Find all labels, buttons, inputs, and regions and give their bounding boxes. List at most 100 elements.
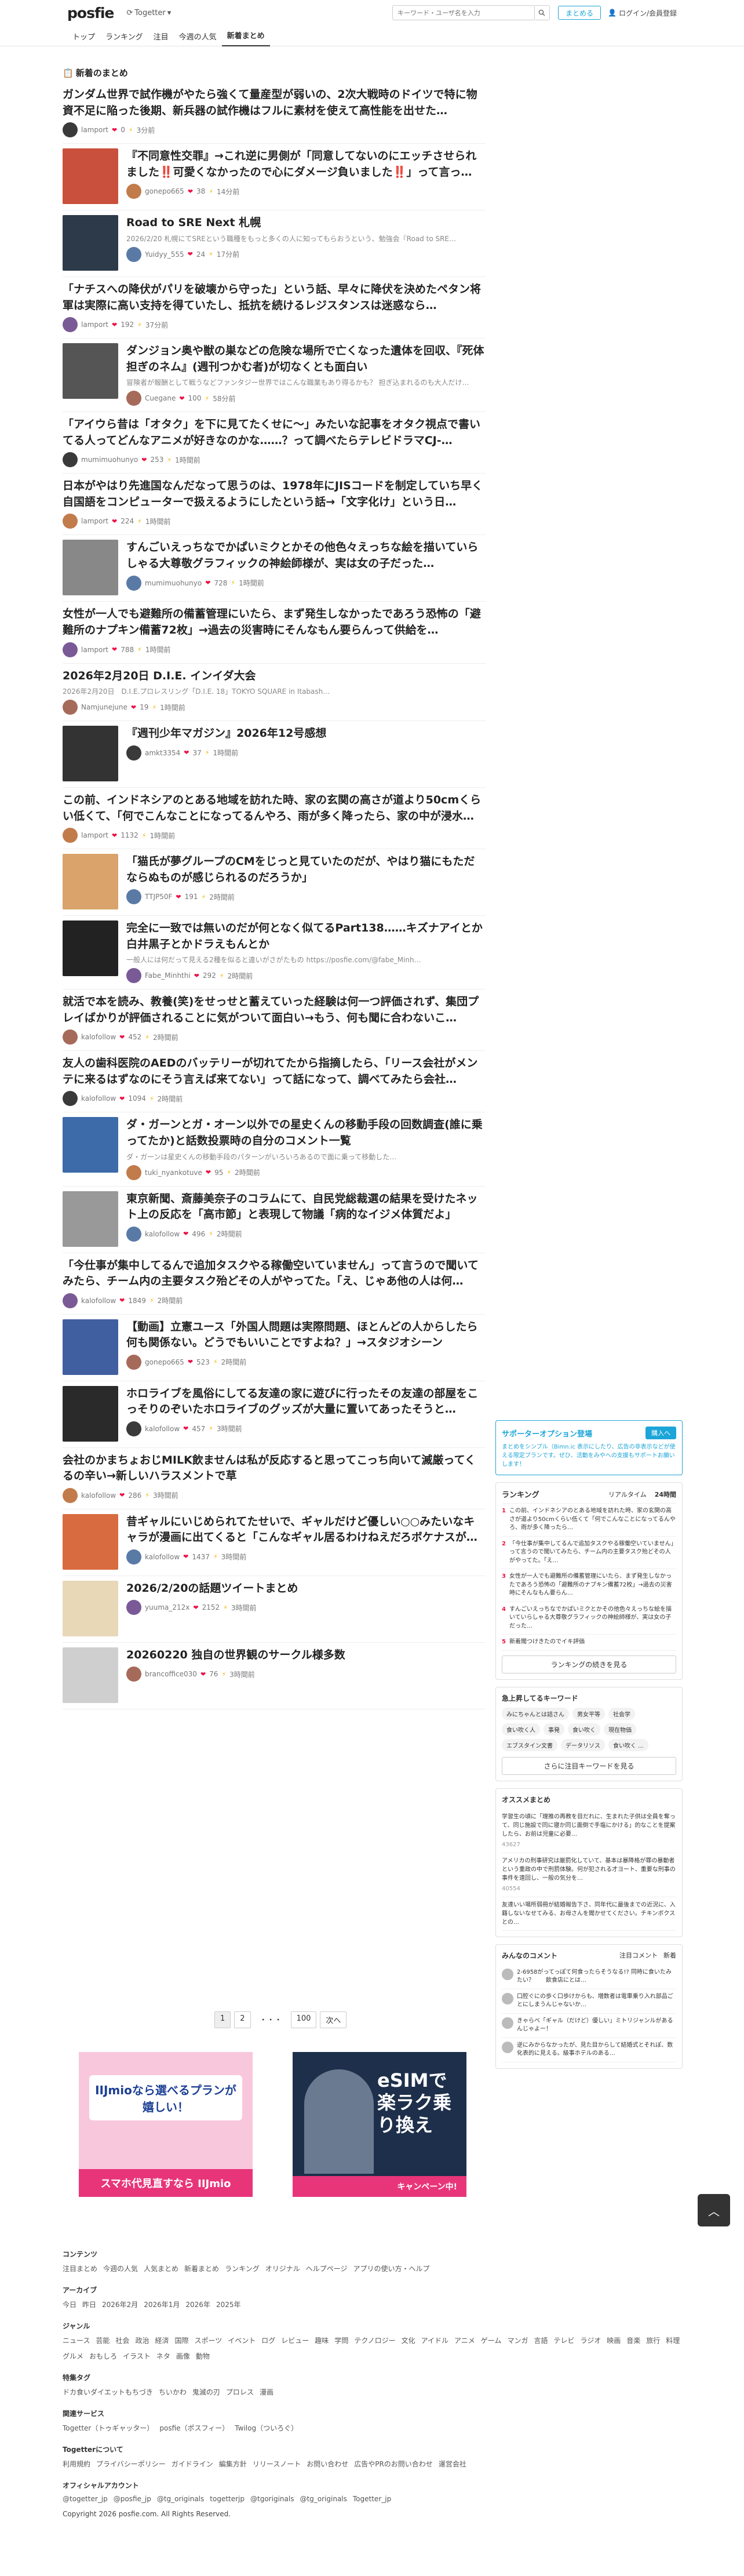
- avatar[interactable]: [126, 246, 141, 262]
- item-title[interactable]: 「ナチスへの降伏がパリを破壊から守った」という話、早々に降伏を決めたペタン将軍は…: [63, 282, 486, 314]
- avatar[interactable]: [63, 700, 78, 715]
- thumbnail-image[interactable]: [63, 1319, 118, 1375]
- list-item[interactable]: 友人の歯科医院のAEDのバッテリーが切れてたから指摘したら、「リース会社がメンテ…: [63, 1051, 486, 1113]
- ad-banner-iijmio[interactable]: IIJmioなら選べるプランが嬉しい！ スマホ代見直すなら IIJmio: [79, 2052, 253, 2197]
- username[interactable]: lamport: [81, 126, 108, 134]
- footer-link[interactable]: ネタ: [156, 2351, 170, 2361]
- list-item[interactable]: すんごいえっちなでかぱいミクとかその他色々えっちな絵を描いていらしゃる大尊敬グラ…: [63, 535, 486, 602]
- list-item[interactable]: 「今仕事が集中してるんで追加タスクやる稼働空いていません」って言うので聞いてみた…: [63, 1253, 486, 1315]
- footer-link[interactable]: 2026年: [185, 2300, 210, 2309]
- page-1[interactable]: 1: [214, 2011, 231, 2028]
- footer-link[interactable]: @posfie_jp: [114, 2495, 151, 2503]
- footer-link[interactable]: ガイドライン: [172, 2459, 213, 2469]
- site-logo[interactable]: posfie: [67, 5, 114, 21]
- item-title[interactable]: 『不同意性交罪』→これ逆に男側が「同意してないのにエッチさせられました‼️可愛く…: [126, 148, 486, 180]
- list-item[interactable]: 「猫氏が夢グループのCMをじっと見ていたのだが、やはり猫にもただならぬものが感じ…: [63, 849, 486, 916]
- thumbnail-image[interactable]: [63, 1647, 118, 1703]
- list-item[interactable]: 「ナチスへの降伏がパリを破壊から守った」という話、早々に降伏を決めたペタン将軍は…: [63, 277, 486, 339]
- tab-featured-comments[interactable]: 注目コメント: [619, 1951, 658, 1960]
- item-title[interactable]: ホロライブを風俗にしてる友達の家に遊びに行ったその友達の部屋をこっそりのぞいたホ…: [126, 1386, 486, 1418]
- list-item[interactable]: ホロライブを風俗にしてる友達の家に遊びに行ったその友達の部屋をこっそりのぞいたホ…: [63, 1381, 486, 1448]
- footer-link[interactable]: @togetter_jp: [63, 2495, 108, 2503]
- footer-link[interactable]: 文化: [402, 2335, 415, 2345]
- avatar[interactable]: [126, 968, 141, 984]
- tab-new-comments[interactable]: 新着: [663, 1951, 676, 1960]
- page-next[interactable]: 次へ: [320, 2011, 347, 2028]
- username[interactable]: TTJP50F: [145, 893, 172, 901]
- username[interactable]: kalofollow: [81, 1491, 116, 1500]
- footer-link[interactable]: 画像: [176, 2351, 190, 2361]
- footer-link[interactable]: Togetter（トゥギャッター）: [63, 2423, 154, 2433]
- footer-link[interactable]: 今週の人気: [103, 2264, 138, 2273]
- list-item[interactable]: 昔ギャルにいじめられてたせいで、ギャルだけど優しい○○みたいなキャラが漫画に出て…: [63, 1509, 486, 1576]
- username[interactable]: lamport: [81, 321, 108, 329]
- list-item[interactable]: 2026/2/20の話題ツイートまとめ yuuma_212x ❤ 2152 ⚡ …: [63, 1576, 486, 1643]
- avatar[interactable]: [63, 317, 78, 333]
- avatar[interactable]: [126, 889, 141, 905]
- avatar[interactable]: [63, 1091, 78, 1107]
- tab-realtime[interactable]: リアルタイム: [608, 1490, 647, 1499]
- footer-link[interactable]: 注目まとめ: [63, 2264, 97, 2273]
- footer-link[interactable]: ログ: [261, 2335, 275, 2345]
- item-title[interactable]: ダンジョン奥や獣の巣などの危険な場所で亡くなった遺体を回収、『死体担ぎのネム』(…: [126, 343, 486, 375]
- avatar[interactable]: [63, 452, 78, 468]
- avatar[interactable]: [126, 575, 141, 591]
- username[interactable]: Cuegane: [145, 394, 176, 402]
- username[interactable]: gonepo665: [145, 1358, 184, 1366]
- footer-link[interactable]: 2025年: [216, 2300, 241, 2309]
- list-item[interactable]: 完全に一致では無いのだが何となく似てるPart138……キズナアイとか白井黒子と…: [63, 916, 486, 990]
- username[interactable]: Fabe_Minhthi: [145, 972, 191, 980]
- footer-link[interactable]: 2026年1月: [144, 2300, 180, 2309]
- footer-link[interactable]: お問い合わせ: [307, 2459, 348, 2469]
- thumbnail-image[interactable]: [63, 920, 118, 977]
- list-item[interactable]: 「アイウら昔は「オタク」を下に見てたくせに〜」みたいな記事をオタク視点で書いてる…: [63, 412, 486, 474]
- keyword-chip[interactable]: 食い吹く ...: [608, 1738, 648, 1751]
- list-item[interactable]: 『不同意性交罪』→これ逆に男側が「同意してないのにエッチさせられました‼️可愛く…: [63, 144, 486, 211]
- search-input[interactable]: [392, 5, 535, 20]
- thumbnail-image[interactable]: [63, 1385, 118, 1442]
- keywords-more-button[interactable]: さらに注目キーワードを見る: [502, 1756, 676, 1775]
- username[interactable]: lamport: [81, 646, 108, 654]
- footer-link[interactable]: 芸能: [96, 2335, 110, 2345]
- item-title[interactable]: 【動画】立憲ユース「外国人問題は実際問題、ほとんどの人からしたら何も関係ない。ど…: [126, 1319, 486, 1351]
- footer-link[interactable]: 昨日: [82, 2300, 96, 2309]
- avatar[interactable]: [126, 745, 141, 761]
- footer-link[interactable]: 映画: [607, 2335, 621, 2345]
- footer-link[interactable]: アイドル: [421, 2335, 448, 2345]
- avatar[interactable]: [63, 122, 78, 138]
- footer-link[interactable]: 旅行: [646, 2335, 660, 2345]
- nav-featured[interactable]: 注目: [148, 31, 174, 46]
- list-item[interactable]: ガンダム世界で試作機がやたら強くて量産型が弱いの、2次大戦時のドイツで特に物資不…: [63, 82, 486, 144]
- list-item[interactable]: 就活で本を読み、教養(笑)をせっせと蓄えていった経験は何一つ評価されず、集団プレ…: [63, 989, 486, 1051]
- comment-item[interactable]: きゃらべ「ギャル（だけど）優しい」ミトリジャンルがあるんじゃよー！: [502, 2014, 676, 2038]
- list-item[interactable]: 日本がやはり先進国なんだなって思うのは、1978年にJISコードを制定していち早…: [63, 474, 486, 536]
- list-item[interactable]: 東京新聞、斎藤美奈子のコラムにて、自民党総裁選の結果を受けたネット上の反応を「高…: [63, 1187, 486, 1253]
- avatar[interactable]: [63, 1029, 78, 1045]
- thumbnail-image[interactable]: [63, 215, 118, 271]
- list-item[interactable]: 『週刊少年マガジン』2026年12号感想 amkt3354 ❤ 37 ⚡ 1時間…: [63, 721, 486, 788]
- thumbnail-image[interactable]: [63, 854, 118, 910]
- footer-link[interactable]: 新着まとめ: [184, 2264, 219, 2273]
- username[interactable]: Yuidyy_555: [145, 250, 184, 259]
- footer-link[interactable]: 社会: [115, 2335, 129, 2345]
- username[interactable]: gonepo665: [145, 187, 184, 195]
- footer-link[interactable]: イベント: [228, 2335, 256, 2345]
- footer-link[interactable]: @tgoriginals: [250, 2495, 294, 2503]
- thumbnail-image[interactable]: [63, 1191, 118, 1247]
- comment-item[interactable]: 2-6958がってっぽて何食ったらそうなる!? 同時に食いたみたい？ 飲食店にと…: [502, 1965, 676, 1989]
- item-title[interactable]: 「今仕事が集中してるんで追加タスクやる稼働空いていません」って言うので聞いてみた…: [63, 1258, 486, 1290]
- footer-link[interactable]: togetterjp: [210, 2495, 245, 2503]
- item-title[interactable]: 20260220 独自の世界観のサークル様多数: [126, 1647, 486, 1664]
- ad-banner-esim[interactable]: eSIMで楽ラク乗り換え キャンペーン中!: [293, 2052, 466, 2197]
- footer-link[interactable]: 政治: [135, 2335, 149, 2345]
- list-item[interactable]: 20260220 独自の世界観のサークル様多数 brancoffice030 ❤…: [63, 1643, 486, 1709]
- username[interactable]: Namjunejune: [81, 703, 127, 711]
- page-2[interactable]: 2: [234, 2011, 251, 2028]
- footer-link[interactable]: テクノロジー: [354, 2335, 395, 2345]
- footer-link[interactable]: おもしろ: [89, 2351, 117, 2361]
- username[interactable]: yuuma_212x: [145, 1603, 189, 1611]
- footer-link[interactable]: 趣味: [315, 2335, 329, 2345]
- thumbnail-image[interactable]: [63, 148, 118, 205]
- item-title[interactable]: 女性が一人でも避難所の備蓄管理にいたら、まず発生しなかったであろう恐怖の「避難所…: [63, 606, 486, 638]
- keyword-chip[interactable]: 食い吹く: [568, 1723, 600, 1735]
